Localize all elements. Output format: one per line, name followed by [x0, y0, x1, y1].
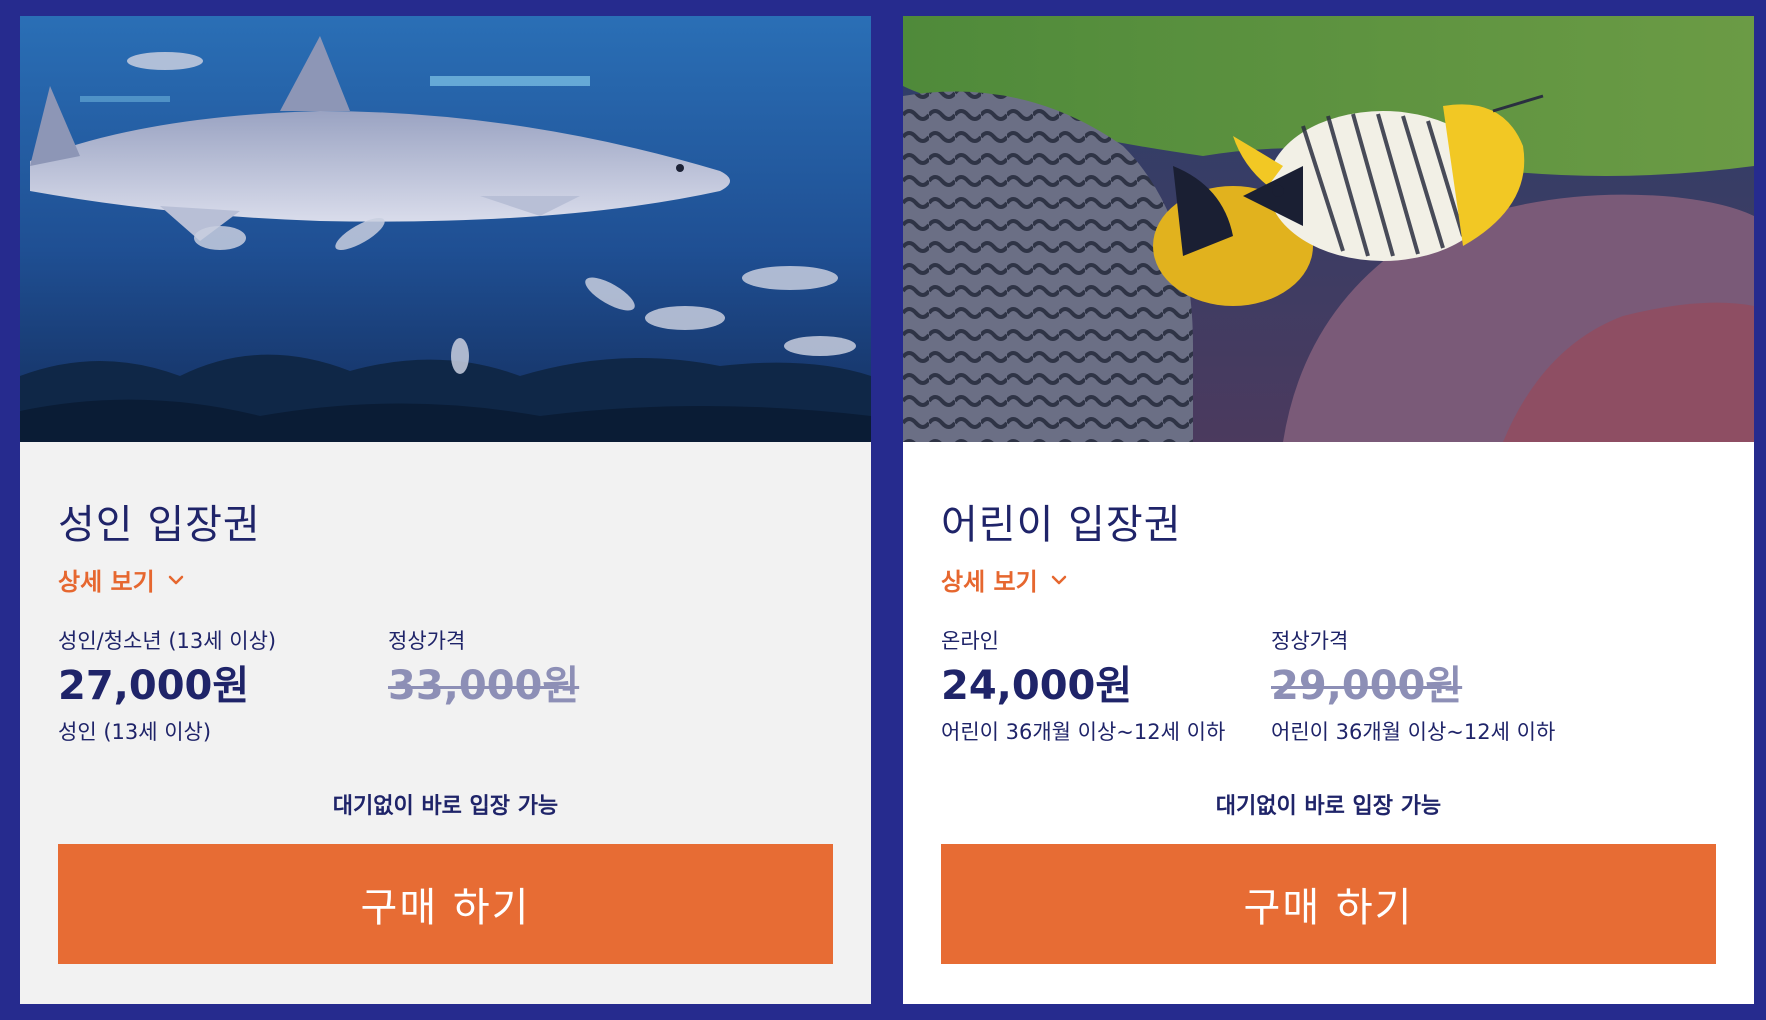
online-price-block: 온라인 24,000원 어린이 36개월 이상~12세 이하 [941, 626, 1225, 748]
buy-button[interactable]: 구매 하기 [58, 844, 833, 964]
regular-price-note: 어린이 36개월 이상~12세 이하 [1271, 720, 1556, 744]
online-price-block: 성인/청소년 (13세 이상) 27,000원 성인 (13세 이상) [58, 626, 276, 748]
details-toggle[interactable]: 상세 보기 [58, 562, 185, 597]
regular-price-label: 정상가격 [388, 629, 466, 653]
butterflyfish-coral-image [903, 16, 1754, 442]
details-toggle[interactable]: 상세 보기 [941, 562, 1068, 597]
chevron-down-icon [168, 575, 183, 584]
online-price: 27,000원 [58, 663, 250, 709]
online-price-note: 어린이 36개월 이상~12세 이하 [941, 720, 1226, 744]
regular-price-block: 정상가격 33,000원 [388, 626, 579, 712]
details-label: 상세 보기 [58, 568, 155, 596]
chevron-down-icon [1051, 575, 1066, 584]
ticket-title: 성인 입장권 [58, 502, 261, 548]
regular-price-label: 정상가격 [1271, 629, 1349, 653]
ticket-card-adult: 성인 입장권 상세 보기 성인/청소년 (13세 이상) 27,000원 성인 … [20, 16, 871, 1004]
entry-note: 대기없이 바로 입장 가능 [1215, 794, 1442, 819]
regular-price: 33,000원 [388, 663, 580, 709]
regular-price-block: 정상가격 29,000원 어린이 36개월 이상~12세 이하 [1271, 626, 1555, 748]
shark-aquarium-image [20, 16, 871, 442]
regular-price: 29,000원 [1271, 663, 1463, 709]
online-price: 24,000원 [941, 663, 1133, 709]
details-label: 상세 보기 [941, 568, 1038, 596]
online-price-note: 성인 (13세 이상) [58, 720, 212, 744]
ticket-title: 어린이 입장권 [941, 502, 1182, 548]
buy-button[interactable]: 구매 하기 [941, 844, 1716, 964]
ticket-card-child: 어린이 입장권 상세 보기 온라인 24,000원 어린이 36개월 이상~12… [903, 16, 1754, 1004]
online-price-label: 성인/청소년 (13세 이상) [58, 629, 277, 653]
online-price-label: 온라인 [941, 629, 999, 653]
entry-note: 대기없이 바로 입장 가능 [332, 794, 559, 819]
